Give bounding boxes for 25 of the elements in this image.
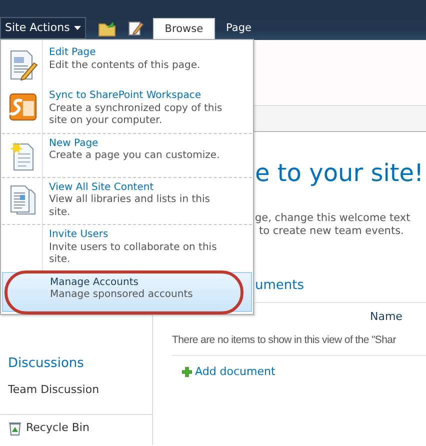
menu-item[interactable]: Sync to SharePoint Workspace Create a synchronized copy of this site on your computer. [2,86,252,132]
site-actions-button[interactable]: Site Actions [0,17,86,39]
intro-text: ge, change this welcome text [255,212,412,225]
trash-icon [8,420,22,436]
nav-heading-link[interactable]: Discussions [8,354,152,374]
menu-item[interactable]: View All Site Content View all libraries and lists in this site. [2,176,252,224]
welcome-heading: e to your site! [255,158,425,188]
library-title-link[interactable]: uments [255,276,426,302]
workspace-icon [8,92,38,122]
empty-message: There are no items to show in this view of the "Shar [172,333,426,356]
plus-icon [182,367,192,377]
recycle-bin-link[interactable]: Recycle Bin [0,414,152,436]
edit-page-icon [8,49,38,81]
menu-item[interactable]: Edit Page Edit the contents of this page. [2,43,252,86]
nav-link[interactable]: Team Discussion [8,382,152,398]
edit-icon[interactable] [128,20,144,36]
documents-icon [8,184,38,216]
add-document-link[interactable]: Add document [182,364,426,380]
ribbon-tab[interactable]: Page [215,18,262,40]
menu-item[interactable]: Manage Accounts Manage sponsored accounts [2,272,252,312]
caret-icon [74,26,81,30]
intro-text: to create new team events. [259,225,405,238]
menu-item[interactable]: New Page Create a page you can customize. [2,132,252,176]
column-header[interactable]: Name [370,308,426,325]
ribbon-tab[interactable]: Browse [152,18,216,40]
